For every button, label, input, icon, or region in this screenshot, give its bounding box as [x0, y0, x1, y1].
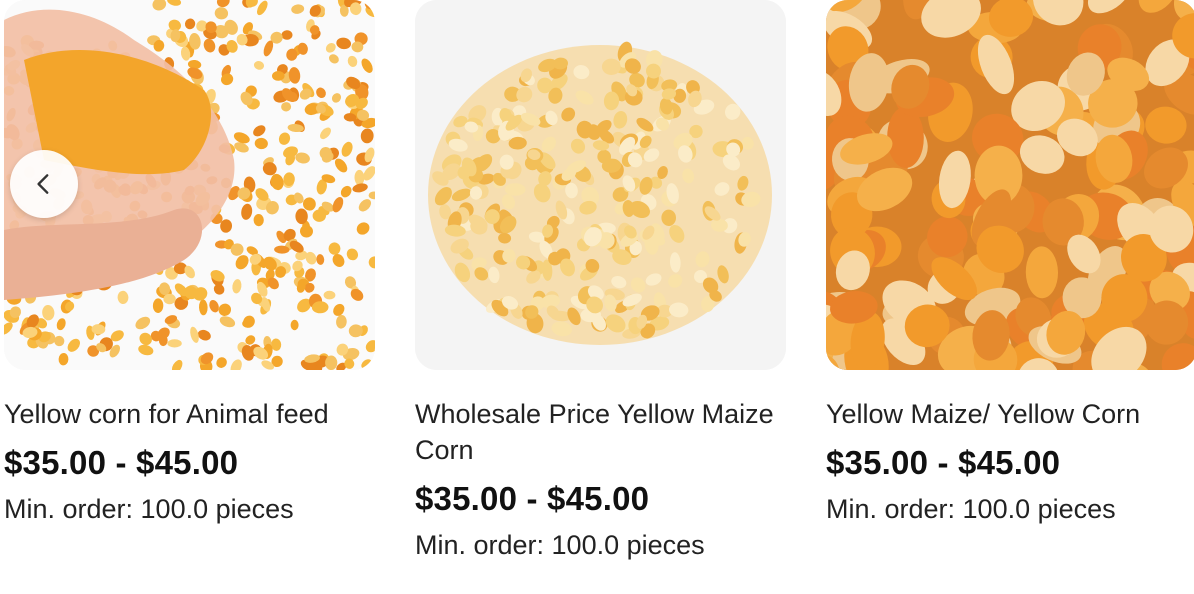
corn-closeup-image — [826, 0, 1194, 370]
product-image[interactable] — [415, 0, 786, 370]
min-order: Min. order: 100.0 pieces — [826, 494, 1116, 524]
product-price: $35.00 - $45.00 — [826, 444, 1061, 481]
min-order: Min. order: 100.0 pieces — [4, 494, 294, 524]
product-card[interactable]: Yellow Maize/ Yellow Corn $35.00 - $45.0… — [826, 0, 1194, 525]
chevron-left-icon — [37, 174, 49, 194]
product-image[interactable] — [826, 0, 1194, 370]
product-price: $35.00 - $45.00 — [4, 444, 239, 481]
product-image[interactable] — [4, 0, 375, 370]
product-card[interactable]: Yellow corn for Animal feed $35.00 - $45… — [4, 0, 375, 525]
popcorn-kernels-image — [415, 0, 786, 370]
product-price: $35.00 - $45.00 — [415, 480, 650, 517]
min-order: Min. order: 100.0 pieces — [415, 530, 705, 560]
corn-kernel — [325, 355, 338, 370]
corn-kernel — [167, 339, 182, 348]
product-title[interactable]: Yellow Maize/ Yellow Corn — [826, 396, 1194, 432]
corn-kernel — [290, 319, 299, 331]
product-title[interactable]: Wholesale Price Yellow Maize Corn — [415, 396, 786, 468]
carousel-prev-button[interactable] — [10, 150, 78, 218]
product-card[interactable]: Wholesale Price Yellow Maize Corn $35.00… — [415, 0, 786, 561]
product-title[interactable]: Yellow corn for Animal feed — [4, 396, 375, 432]
